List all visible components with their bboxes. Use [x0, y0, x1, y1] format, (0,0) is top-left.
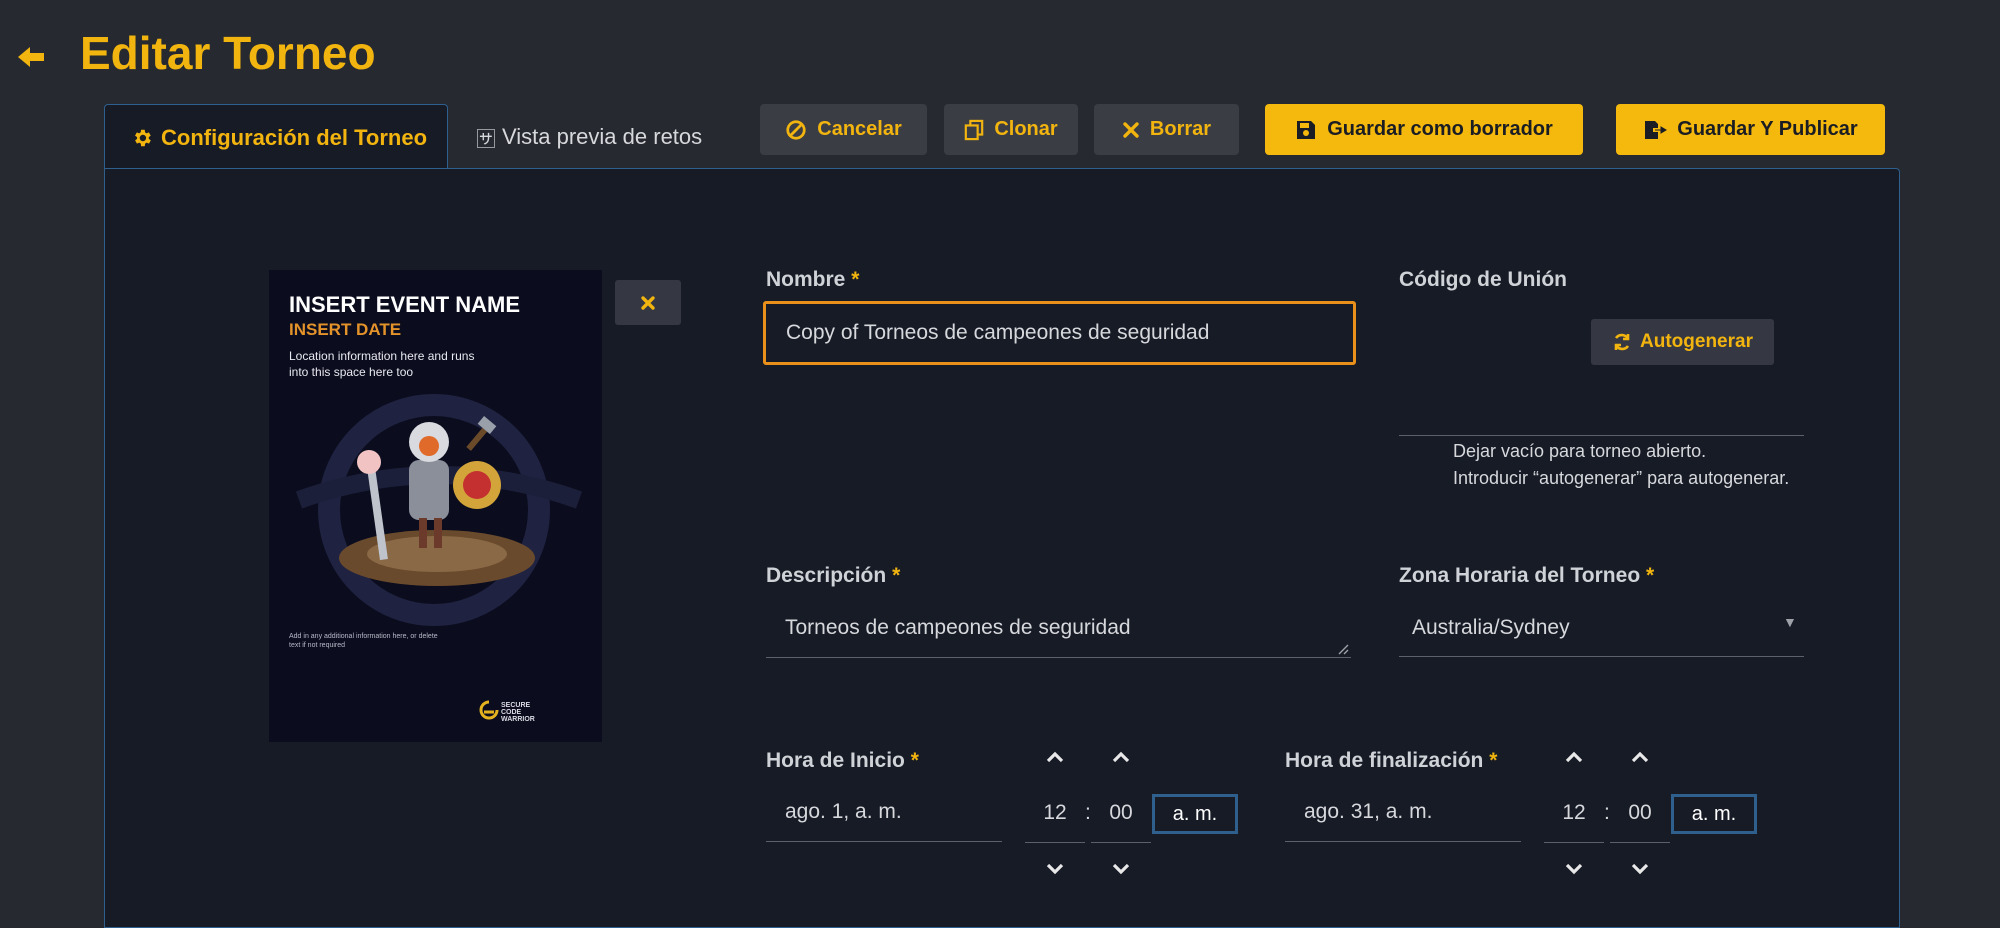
- tab-tournament-settings[interactable]: Configuración del Torneo: [104, 104, 448, 170]
- tab-label: Vista previa de retos: [502, 124, 703, 149]
- time-separator: :: [1085, 801, 1091, 824]
- start-time-label: Hora de Inicio *: [766, 749, 919, 772]
- timezone-underline: [1399, 656, 1804, 657]
- start-minute-up-icon[interactable]: [1109, 746, 1133, 770]
- brand-logo-icon: [479, 700, 499, 720]
- tab-challenge-preview[interactable]: 🈂 Vista previa de retos: [476, 104, 702, 170]
- end-hour-down-icon[interactable]: [1562, 856, 1586, 880]
- description-underline: [766, 657, 1351, 658]
- end-date-underline: [1285, 841, 1521, 842]
- file-export-icon: [1645, 120, 1668, 139]
- language-icon: 🈂: [476, 128, 496, 151]
- description-label: Descripción *: [766, 564, 901, 587]
- end-date-input[interactable]: ago. 31, a. m.: [1304, 800, 1432, 824]
- start-hour-underline: [1025, 842, 1085, 843]
- clone-button[interactable]: Clonar: [944, 104, 1078, 155]
- join-code-label: Código de Unión: [1399, 268, 1567, 291]
- end-hour-input[interactable]: 12: [1544, 801, 1604, 825]
- close-icon: [641, 295, 655, 310]
- close-icon: [1123, 121, 1139, 138]
- end-hour-underline: [1544, 842, 1604, 843]
- save-draft-button[interactable]: Guardar como borrador: [1265, 104, 1583, 155]
- start-minute-underline: [1091, 842, 1151, 843]
- resize-handle-icon[interactable]: [1337, 643, 1349, 655]
- ban-icon: [786, 119, 806, 140]
- copy-icon: [965, 119, 984, 140]
- save-icon: [1297, 120, 1316, 139]
- poster-footer: Add in any additional information here, …: [289, 633, 438, 649]
- page-title: Editar Torneo: [80, 27, 376, 79]
- timezone-label: Zona Horaria del Torneo *: [1399, 564, 1655, 587]
- caret-down-icon[interactable]: ▼: [1783, 614, 1797, 630]
- remove-image-button[interactable]: [615, 280, 681, 325]
- arrow-left-icon[interactable]: [14, 40, 48, 74]
- end-minute-input[interactable]: 00: [1610, 801, 1670, 825]
- start-date-underline: [766, 841, 1002, 842]
- start-minute-input[interactable]: 00: [1091, 801, 1151, 825]
- end-time-label: Hora de finalización *: [1285, 749, 1498, 772]
- brand-logo: SECURE CODE WARRIOR: [501, 702, 535, 723]
- cancel-button[interactable]: Cancelar: [760, 104, 927, 155]
- poster-location: Location information here and runs into …: [289, 349, 475, 379]
- tab-label: Configuración del Torneo: [161, 124, 428, 150]
- start-ampm-toggle[interactable]: a. m.: [1152, 794, 1238, 834]
- join-code-hint: Dejar vacío para torneo abierto. Introdu…: [1453, 441, 1790, 488]
- poster-event-name: INSERT EVENT NAME: [289, 292, 521, 317]
- warrior-illustration: [295, 394, 583, 626]
- timezone-select[interactable]: Australia/Sydney: [1412, 616, 1570, 640]
- autogenerate-button[interactable]: Autogenerar: [1591, 319, 1774, 365]
- join-code-input[interactable]: [1399, 435, 1804, 436]
- end-ampm-toggle[interactable]: a. m.: [1671, 794, 1757, 834]
- time-separator: :: [1604, 801, 1610, 824]
- end-minute-down-icon[interactable]: [1628, 856, 1652, 880]
- description-textarea[interactable]: Torneos de campeones de seguridad: [785, 616, 1131, 640]
- poster-event-date: INSERT DATE: [289, 320, 402, 339]
- end-minute-up-icon[interactable]: [1628, 746, 1652, 770]
- end-hour-up-icon[interactable]: [1562, 746, 1586, 770]
- gear-icon: [135, 129, 151, 146]
- start-minute-down-icon[interactable]: [1109, 856, 1133, 880]
- save-publish-button[interactable]: Guardar Y Publicar: [1616, 104, 1885, 155]
- start-date-input[interactable]: ago. 1, a. m.: [785, 800, 902, 824]
- start-hour-input[interactable]: 12: [1025, 801, 1085, 825]
- tournament-poster-image: INSERT EVENT NAME INSERT DATE Location i…: [269, 270, 602, 742]
- name-input[interactable]: [763, 301, 1356, 365]
- start-hour-down-icon[interactable]: [1043, 856, 1067, 880]
- end-minute-underline: [1610, 842, 1670, 843]
- delete-button[interactable]: Borrar: [1094, 104, 1239, 155]
- name-label: Nombre *: [766, 268, 860, 291]
- refresh-icon: [1614, 333, 1630, 351]
- start-hour-up-icon[interactable]: [1043, 746, 1067, 770]
